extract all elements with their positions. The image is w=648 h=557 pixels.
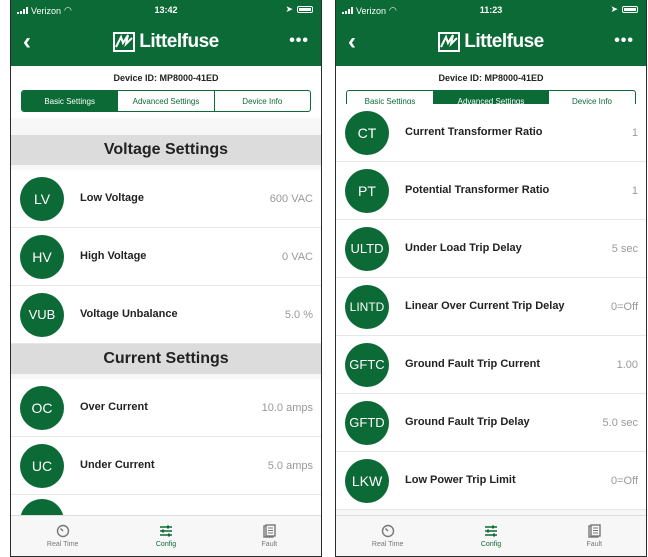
- tab-bar-label: Real Time: [371, 541, 404, 548]
- setting-label: High Voltage: [80, 250, 147, 262]
- setting-badge: GFTC: [345, 342, 389, 387]
- battery-icon: [297, 6, 313, 13]
- more-icon[interactable]: •••: [289, 32, 309, 50]
- tab-bar-label: Fault: [586, 541, 603, 548]
- phone-screen-advanced-settings: Verizon ◠ 11:23 ➤ ‹ Littelfuse ••• Devic…: [335, 0, 647, 557]
- littelfuse-logo-icon: [113, 32, 136, 52]
- setting-value: 0 VAC: [282, 250, 313, 263]
- setting-badge: PT: [345, 168, 389, 213]
- setting-row-ultd[interactable]: ULTD Under Load Trip Delay 5 sec: [336, 220, 646, 278]
- setting-value: 0=Off: [610, 300, 638, 313]
- setting-badge: OC: [20, 385, 64, 430]
- voltage-settings-header: Voltage Settings: [11, 135, 321, 165]
- gauge-icon: [56, 524, 69, 538]
- littelfuse-logo-icon: [438, 32, 461, 52]
- setting-row-high-voltage[interactable]: HV High Voltage 0 VAC: [11, 228, 321, 286]
- setting-value: 1: [631, 126, 638, 139]
- status-bar: Verizon ◠ 11:23 ➤: [336, 0, 646, 22]
- setting-value: 1.00: [616, 358, 638, 371]
- setting-row-gftd[interactable]: GFTD Ground Fault Trip Delay 5.0 sec: [336, 394, 646, 452]
- setting-row-under-current[interactable]: UC Under Current 5.0 amps: [11, 437, 321, 495]
- setting-label: Potential Transformer Ratio: [405, 184, 550, 196]
- setting-label: Current Transformer Ratio: [405, 126, 543, 138]
- document-icon: [263, 524, 277, 538]
- gauge-icon: [381, 524, 394, 538]
- tab-device-info[interactable]: Device Info: [213, 91, 310, 111]
- setting-row-gftc[interactable]: GFTC Ground Fault Trip Current 1.00: [336, 336, 646, 394]
- setting-value: 600 VAC: [269, 192, 313, 205]
- location-icon: ➤: [610, 4, 618, 14]
- tab-bar-label: Config: [155, 541, 177, 548]
- setting-label: Under Current: [80, 459, 155, 471]
- tab-basic-settings[interactable]: Basic Settings: [22, 91, 118, 111]
- setting-badge: LV: [20, 176, 64, 221]
- setting-row-voltage-unbalance[interactable]: VUB Voltage Unbalance 5.0 %: [11, 286, 321, 344]
- status-bar: Verizon ◠ 13:42 ➤: [11, 0, 321, 22]
- tab-bar-fault[interactable]: Fault: [218, 516, 321, 556]
- bottom-tab-bar: Real Time Config Fault: [336, 515, 646, 556]
- setting-label: Over Current: [80, 401, 148, 413]
- document-icon: [588, 524, 602, 538]
- setting-label: Low Voltage: [80, 192, 144, 204]
- setting-badge: VUB: [20, 292, 64, 337]
- setting-value: 1: [631, 184, 638, 197]
- setting-row-lintd[interactable]: LINTD Linear Over Current Trip Delay 0=O…: [336, 278, 646, 336]
- nav-bar: ‹ Littelfuse •••: [11, 22, 321, 66]
- tab-bar-config[interactable]: Config: [114, 516, 217, 556]
- setting-badge: LINTD: [345, 284, 389, 329]
- logo-text: Littelfuse: [139, 31, 219, 52]
- tab-bar-label: Fault: [261, 541, 278, 548]
- setting-row-over-current[interactable]: OC Over Current 10.0 amps: [11, 379, 321, 437]
- setting-value: 10.0 amps: [261, 401, 313, 414]
- setting-value: 5.0 amps: [267, 459, 313, 472]
- tab-advanced-settings[interactable]: Advanced Settings: [117, 91, 213, 111]
- sliders-icon: [159, 525, 172, 537]
- setting-badge: CT: [345, 110, 389, 155]
- setting-label: Linear Over Current Trip Delay: [405, 300, 565, 312]
- tab-bar-label: Config: [480, 541, 502, 548]
- status-time: 13:42: [154, 5, 178, 15]
- sliders-icon: [484, 525, 497, 537]
- device-id: Device ID: MP8000-41ED: [336, 66, 646, 90]
- battery-icon: [622, 6, 638, 13]
- setting-label: Ground Fault Trip Delay: [405, 416, 530, 428]
- more-icon[interactable]: •••: [614, 32, 634, 50]
- location-icon: ➤: [285, 4, 293, 14]
- setting-value: 0=Off: [610, 474, 638, 487]
- tab-bar-label: Real Time: [46, 541, 79, 548]
- nav-bar: ‹ Littelfuse •••: [336, 22, 646, 66]
- setting-value: 5.0 %: [284, 308, 313, 321]
- status-time: 11:23: [479, 5, 503, 15]
- tab-bar-real-time[interactable]: Real Time: [11, 516, 114, 556]
- settings-tabs: Basic Settings Advanced Settings Device …: [21, 90, 311, 112]
- tab-bar-real-time[interactable]: Real Time: [336, 516, 439, 556]
- setting-label: Under Load Trip Delay: [405, 242, 522, 254]
- littelfuse-logo: Littelfuse: [336, 31, 646, 53]
- littelfuse-logo: Littelfuse: [11, 31, 321, 53]
- setting-badge: LKW: [345, 458, 389, 503]
- setting-badge: HV: [20, 234, 64, 279]
- setting-badge: GFTD: [345, 400, 389, 445]
- bottom-tab-bar: Real Time Config Fault: [11, 515, 321, 556]
- tab-bar-config[interactable]: Config: [439, 516, 542, 556]
- setting-value: 5.0 sec: [602, 416, 638, 429]
- setting-label: Ground Fault Trip Current: [405, 358, 541, 370]
- setting-label: Low Power Trip Limit: [405, 474, 516, 486]
- phone-screen-basic-settings: Verizon ◠ 13:42 ➤ ‹ Littelfuse ••• Devic…: [10, 0, 322, 557]
- current-settings-header: Current Settings: [11, 344, 321, 374]
- logo-text: Littelfuse: [464, 31, 544, 52]
- setting-row-low-voltage[interactable]: LV Low Voltage 600 VAC: [11, 170, 321, 228]
- setting-row-ct[interactable]: CT Current Transformer Ratio 1: [336, 104, 646, 162]
- tab-bar-fault[interactable]: Fault: [543, 516, 646, 556]
- setting-badge: ULTD: [345, 226, 389, 271]
- setting-value: 5 sec: [611, 242, 638, 255]
- setting-row-pt[interactable]: PT Potential Transformer Ratio 1: [336, 162, 646, 220]
- setting-badge: UC: [20, 443, 64, 488]
- setting-label: Voltage Unbalance: [80, 308, 178, 320]
- setting-row-lkw[interactable]: LKW Low Power Trip Limit 0=Off: [336, 452, 646, 510]
- device-id: Device ID: MP8000-41ED: [11, 66, 321, 90]
